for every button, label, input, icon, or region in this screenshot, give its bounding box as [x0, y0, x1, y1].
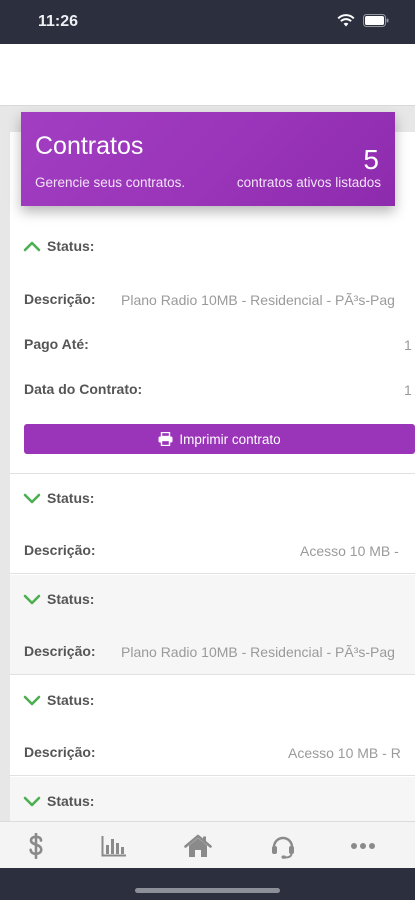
tab-support[interactable]	[263, 832, 303, 860]
contract-card: Status: Descrição: Plano Radio 10MB - Re…	[10, 575, 415, 675]
description-row: Descrição: Acesso 10 MB -	[24, 542, 415, 562]
status-toggle[interactable]: Status:	[23, 591, 94, 607]
status-toggle[interactable]: Status:	[23, 238, 94, 254]
status-label: Status:	[47, 238, 95, 254]
headset-icon	[272, 836, 294, 859]
contract-card: Status: Descrição: Acesso 10 MB -	[10, 474, 415, 574]
printer-icon	[158, 432, 173, 446]
more-icon	[351, 843, 375, 849]
description-row: Descrição: Plano Radio 10MB - Residencia…	[24, 291, 415, 311]
status-toggle[interactable]: Status:	[23, 793, 94, 809]
description-value: Acesso 10 MB -	[300, 543, 399, 559]
page-title: Contratos	[35, 132, 144, 160]
top-navigation-bar	[0, 44, 415, 106]
paid-until-value: 1	[404, 337, 412, 353]
status-toggle[interactable]: Status:	[23, 490, 94, 506]
chevron-down-icon	[23, 594, 41, 605]
system-icons	[337, 14, 389, 27]
home-indicator[interactable]	[135, 888, 280, 893]
bar-chart-icon	[101, 836, 126, 857]
description-value: Acesso 10 MB - R	[288, 745, 401, 761]
contract-card: Status: Descrição: Acesso 10 MB - R	[10, 676, 415, 776]
status-label: Status:	[47, 692, 95, 708]
status-bar: 11:26	[0, 0, 415, 44]
chevron-down-icon	[23, 493, 41, 504]
tab-financial[interactable]	[16, 832, 56, 860]
print-contract-button[interactable]: Imprimir contrato	[24, 424, 415, 454]
chevron-down-icon	[23, 796, 41, 807]
contract-date-row: Data do Contrato: 1	[24, 381, 415, 401]
description-label: Descrição:	[24, 643, 96, 659]
description-value: Plano Radio 10MB - Residencial - PÃ³s-Pa…	[121, 292, 395, 308]
contracts-count: 5	[363, 144, 379, 175]
status-label: Status:	[47, 793, 95, 809]
status-label: Status:	[47, 591, 95, 607]
paid-until-row: Pago Até: 1	[24, 336, 415, 356]
tab-home[interactable]	[178, 832, 218, 860]
home-icon	[184, 834, 212, 857]
home-indicator-area	[0, 868, 415, 900]
wifi-icon	[337, 14, 355, 27]
tab-consumption[interactable]	[94, 832, 134, 860]
chevron-down-icon	[23, 695, 41, 706]
tab-more[interactable]	[343, 832, 383, 860]
print-contract-label: Imprimir contrato	[179, 431, 281, 447]
contract-card: Status:	[10, 777, 415, 821]
bottom-tab-bar	[0, 821, 415, 868]
description-label: Descrição:	[24, 291, 96, 307]
description-row: Descrição: Plano Radio 10MB - Residencia…	[24, 643, 415, 663]
battery-icon	[363, 14, 389, 27]
contract-date-label: Data do Contrato:	[24, 381, 143, 397]
paid-until-label: Pago Até:	[24, 336, 89, 352]
description-label: Descrição:	[24, 744, 96, 760]
status-toggle[interactable]: Status:	[23, 692, 94, 708]
page-subtitle: Gerencie seus contratos.	[35, 175, 186, 190]
contracts-header-card: Contratos Gerencie seus contratos. 5 con…	[21, 112, 395, 206]
dollar-icon	[29, 833, 43, 859]
chevron-up-icon	[23, 241, 41, 252]
contracts-count-label: contratos ativos listados	[236, 175, 381, 190]
status-label: Status:	[47, 490, 95, 506]
contract-date-value: 1	[404, 382, 412, 398]
description-label: Descrição:	[24, 542, 96, 558]
description-value: Plano Radio 10MB - Residencial - PÃ³s-Pa…	[121, 644, 395, 660]
clock: 11:26	[38, 13, 79, 30]
description-row: Descrição: Acesso 10 MB - R	[24, 744, 415, 764]
